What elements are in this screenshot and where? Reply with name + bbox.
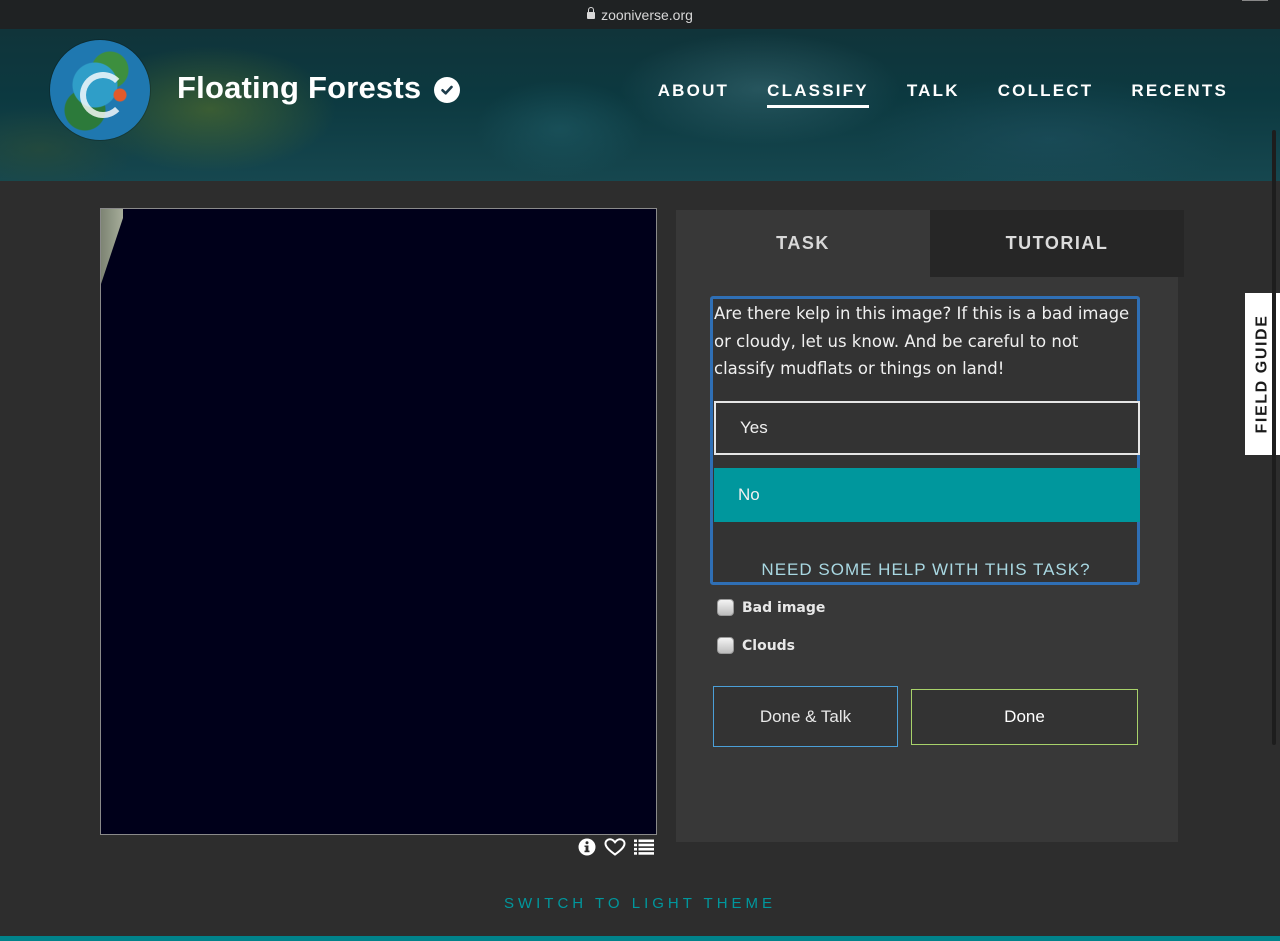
bad-image-label: Bad image [742,599,826,616]
bad-image-checkbox[interactable]: Bad image [717,599,825,616]
tab-tutorial[interactable]: TUTORIAL [930,210,1184,277]
project-title[interactable]: Floating Forests [177,70,421,106]
lock-icon [587,7,596,19]
browser-url-bar[interactable]: zooniverse.org [0,0,1280,29]
switch-theme-link[interactable]: SWITCH TO LIGHT THEME [0,895,1280,912]
done-button[interactable]: Done [911,689,1138,745]
done-and-talk-button[interactable]: Done & Talk [713,686,898,747]
tab-task[interactable]: TASK [676,210,930,277]
nav-recents[interactable]: RECENTS [1131,81,1228,108]
answer-no-button[interactable]: No [714,468,1140,522]
list-icon[interactable] [634,839,654,859]
verified-icon [434,77,460,103]
task-help-link[interactable]: NEED SOME HELP WITH THIS TASK? [714,560,1138,580]
info-icon[interactable] [578,838,596,860]
project-header: Floating Forests ABOUT CLASSIFY TALK COL… [0,29,1280,181]
nav-collect[interactable]: COLLECT [998,81,1094,108]
field-guide-label: FIELD GUIDE [1253,314,1271,434]
clouds-label: Clouds [742,637,796,654]
subject-metadata-tools [578,838,654,860]
nav-talk[interactable]: TALK [907,81,960,108]
page-scrollbar[interactable] [1272,130,1276,745]
checkbox-box[interactable] [717,637,734,654]
heart-icon[interactable] [604,838,626,860]
clouds-checkbox[interactable]: Clouds [717,637,795,654]
task-question: Are there kelp in this image? If this is… [714,304,1130,378]
task-tabs: TASK TUTORIAL [676,210,1184,277]
footer-bar [0,936,1280,941]
project-avatar[interactable] [50,40,150,140]
land-edge [101,209,123,284]
subject-image[interactable] [100,208,657,835]
checkbox-box[interactable] [717,599,734,616]
answer-yes-button[interactable]: Yes [714,401,1140,455]
browser-tab-edge [1242,0,1268,1]
nav-about[interactable]: ABOUT [658,81,729,108]
project-nav: ABOUT CLASSIFY TALK COLLECT RECENTS [658,81,1228,108]
url-text: zooniverse.org [601,6,693,23]
nav-classify[interactable]: CLASSIFY [767,81,869,108]
